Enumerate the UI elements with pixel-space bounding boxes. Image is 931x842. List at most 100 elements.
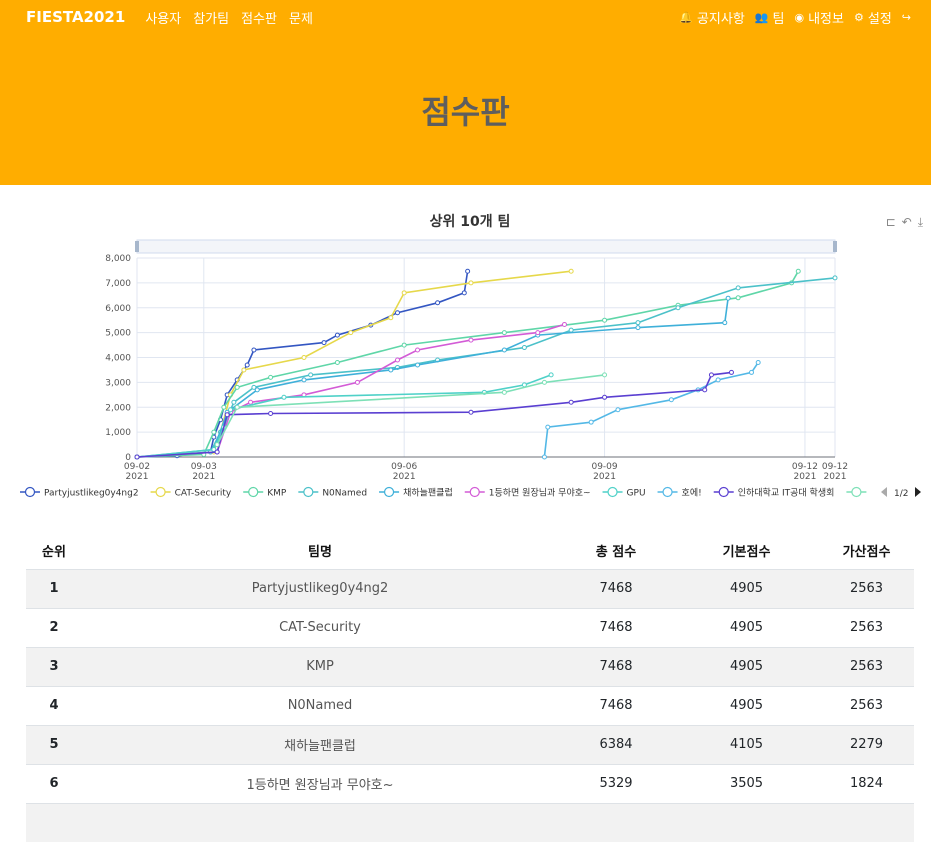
series-point-7[interactable] [668,397,674,403]
series-point-5[interactable] [394,357,400,363]
legend-swatch-4[interactable] [383,486,395,498]
series-point-1[interactable] [388,315,394,321]
header-team[interactable]: 팀명 [82,532,558,569]
header-rank[interactable]: 순위 [26,532,82,569]
legend-label-4[interactable]: 채하늘팬클럽 [403,488,453,499]
series-point-2[interactable] [334,359,340,365]
series-line-6[interactable] [136,374,552,458]
series-point-2[interactable] [211,429,217,435]
series-point-8[interactable] [214,449,220,455]
series-point-7[interactable] [615,407,621,413]
series-point-7[interactable] [545,424,551,430]
cell-team[interactable]: KMP [82,646,558,686]
series-line-3[interactable] [136,277,836,458]
series-point-7[interactable] [715,377,721,383]
brand-logo[interactable]: FIESTA2021 [26,8,125,26]
nav-link-scoreboard[interactable]: 점수판 [241,8,277,27]
series-point-3[interactable] [635,320,641,326]
nav-link-notice[interactable]: 🔔 공지사항 [679,8,745,27]
legend-label-0[interactable]: Partyjustlikeg0y4ng2 [44,489,139,499]
series-point-2[interactable] [221,404,227,410]
series-point-8[interactable] [708,372,714,378]
legend-label-8[interactable]: 인하대학교 IT공대 학생회 [738,488,835,499]
header-total[interactable]: 총 점수 [558,532,674,569]
legend-swatch-2[interactable] [248,486,259,498]
series-point-1[interactable] [401,290,407,296]
series-point-3[interactable] [568,327,574,333]
series-point-2[interactable] [602,317,608,323]
series-point-2[interactable] [795,268,801,274]
series-point-8[interactable] [728,369,734,375]
nav-link-users[interactable]: 사용자 [145,8,181,27]
series-point-4[interactable] [415,362,421,368]
nav-link-challenges[interactable]: 문제 [289,8,313,27]
cell-team[interactable]: CAT-Security [82,607,558,647]
series-point-5[interactable] [354,379,360,385]
series-point-0[interactable] [251,347,257,353]
series-point-3[interactable] [735,285,741,291]
series-point-7[interactable] [588,419,594,425]
series-line-1[interactable] [136,270,572,458]
header-base[interactable]: 기본점수 [674,532,819,569]
series-point-3[interactable] [521,345,527,351]
series-point-9[interactable] [214,442,220,448]
header-bonus[interactable]: 가산점수 [819,532,914,569]
series-point-4[interactable] [722,320,728,326]
series-point-8[interactable] [602,394,608,400]
series-point-9[interactable] [234,404,240,410]
series-point-0[interactable] [394,310,400,316]
series-point-6[interactable] [281,394,287,400]
cell-team[interactable]: 1등하면 원장님과 무야호~ [82,763,558,803]
series-line-2[interactable] [136,270,799,458]
series-point-2[interactable] [234,384,240,390]
zoom-slider-handle-left[interactable] [135,241,139,252]
legend-swatch-6[interactable] [607,486,618,498]
legend-label-7[interactable]: 호에! [682,488,702,499]
series-point-8[interactable] [468,409,474,415]
series-point-2[interactable] [735,295,741,301]
series-point-3[interactable] [308,372,314,378]
legend-swatch-7[interactable] [662,486,673,498]
nav-link-teams[interactable]: 참가팀 [193,8,229,27]
zoom-slider-handle-right[interactable] [833,241,837,252]
series-point-2[interactable] [268,374,274,380]
series-point-8[interactable] [568,399,574,405]
legend-swatch-8[interactable] [718,486,729,498]
legend-label-6[interactable]: GPU [627,489,646,499]
series-point-8[interactable] [134,454,140,460]
cell-team[interactable]: Partyjustlikeg0y4ng2 [82,568,558,608]
series-point-5[interactable] [561,321,567,327]
series-point-9[interactable] [501,389,507,395]
series-point-7[interactable] [755,359,761,365]
legend-swatch-1[interactable] [155,486,166,498]
legend-label-1[interactable]: CAT-Security [175,489,232,499]
series-point-9[interactable] [541,379,547,385]
series-point-1[interactable] [241,367,247,373]
series-point-8[interactable] [702,387,708,393]
series-point-1[interactable] [568,268,574,274]
series-point-5[interactable] [468,337,474,343]
series-point-1[interactable] [348,330,354,336]
cell-team[interactable]: N0Named [82,685,558,725]
series-point-0[interactable] [321,340,327,346]
series-point-0[interactable] [334,332,340,338]
series-point-7[interactable] [541,454,547,460]
series-point-2[interactable] [501,330,507,336]
legend-label-3[interactable]: N0Named [322,489,367,499]
series-point-1[interactable] [301,355,307,360]
series-point-9[interactable] [602,372,608,378]
series-point-4[interactable] [501,347,507,353]
series-point-5[interactable] [535,330,541,336]
series-point-4[interactable] [301,377,307,383]
series-point-4[interactable] [635,325,641,331]
series-point-0[interactable] [461,290,467,296]
legend-swatch-0[interactable] [24,486,36,498]
series-point-1[interactable] [468,280,474,286]
series-point-5[interactable] [248,399,254,405]
series-point-4[interactable] [254,387,260,393]
series-point-4[interactable] [388,367,394,373]
series-point-5[interactable] [415,347,421,353]
nav-link-profile[interactable]: ◉ 내정보 [794,8,844,27]
series-point-8[interactable] [268,410,274,416]
legend-swatch-3[interactable] [303,486,314,498]
